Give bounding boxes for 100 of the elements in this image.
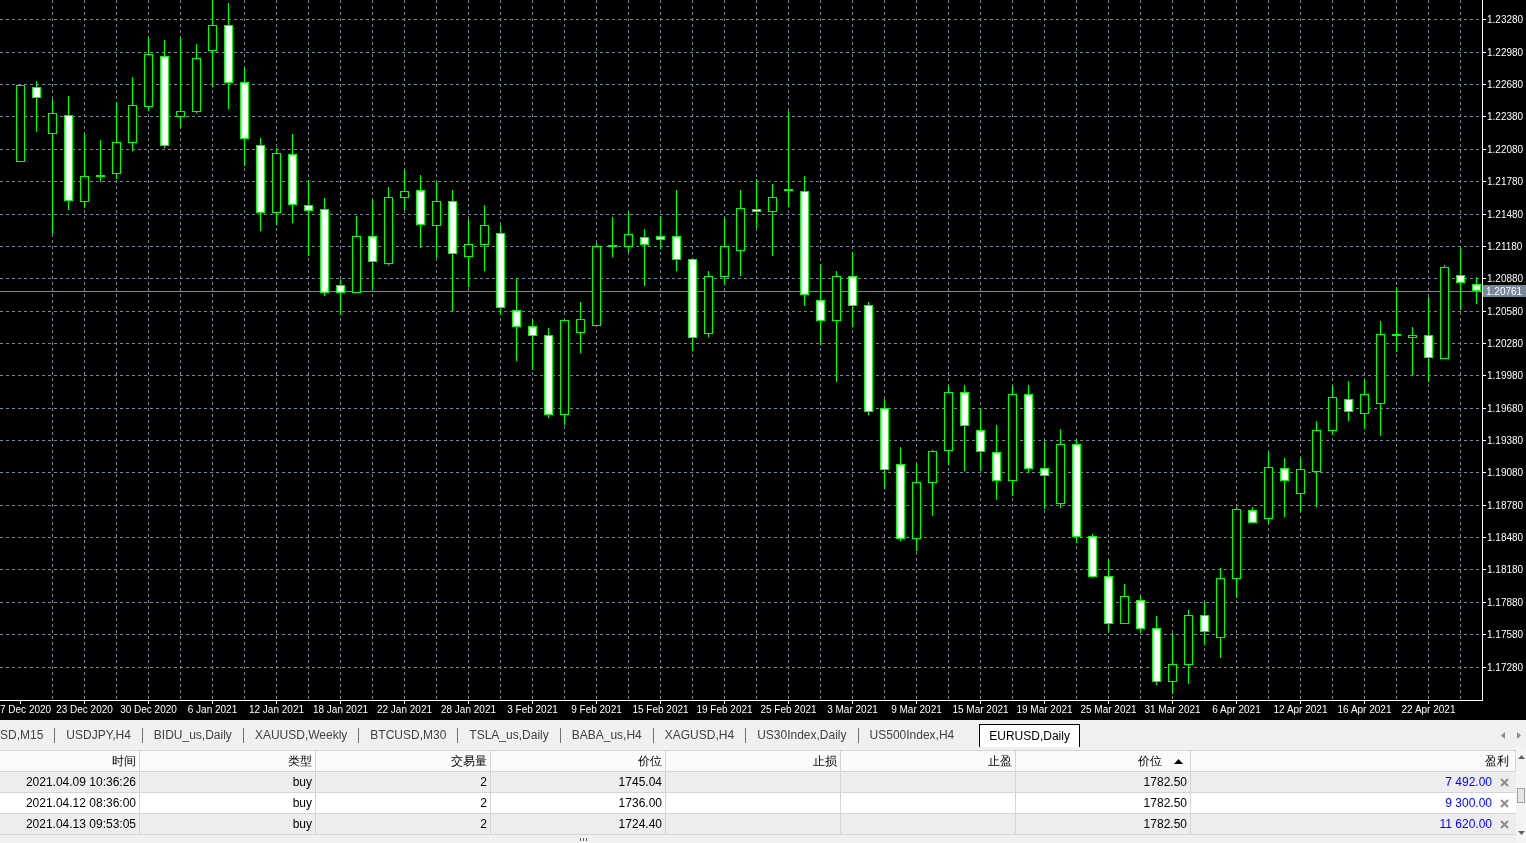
- date-axis-label: 25 Feb 2021: [760, 704, 817, 715]
- up-arrow-icon[interactable]: [1517, 755, 1525, 759]
- table-cell: 2: [316, 793, 491, 813]
- candle-body: [816, 300, 825, 321]
- right-arrow-icon[interactable]: [1517, 732, 1521, 739]
- candle-body: [768, 197, 777, 212]
- price-axis-label: 1.17580: [1487, 629, 1524, 640]
- chart-tab[interactable]: USDJPY,H4: [55, 724, 142, 747]
- candle-body: [1264, 467, 1273, 519]
- chart-tab[interactable]: BABA_us,H4: [560, 724, 653, 747]
- grip-icon[interactable]: [580, 837, 587, 841]
- candle-body: [32, 87, 41, 98]
- chart-tab[interactable]: XAGUSD,H4: [653, 724, 746, 747]
- down-arrow-icon[interactable]: [1517, 831, 1525, 835]
- candle-wick: [580, 301, 581, 354]
- date-axis-label: 12 Apr 2021: [1273, 704, 1328, 715]
- price-axis-label: 1.18180: [1487, 564, 1524, 575]
- candle-wick: [628, 211, 629, 253]
- candle-body: [1088, 536, 1097, 577]
- candle-body: [400, 191, 409, 198]
- candle-wick: [468, 218, 469, 288]
- candle-body: [944, 392, 953, 451]
- candle-body: [528, 326, 537, 336]
- profit-value: 11 620.00: [1439, 816, 1492, 833]
- candle-body: [832, 276, 841, 321]
- candle-body: [960, 392, 969, 426]
- candle-body: [288, 154, 297, 205]
- candle-body: [736, 208, 745, 251]
- candle-wick: [36, 80, 37, 133]
- price-axis-label: 1.22980: [1487, 47, 1524, 58]
- price-axis-label: 1.19080: [1487, 467, 1524, 478]
- date-axis-label: 28 Jan 2021: [440, 704, 497, 715]
- candle-body: [304, 205, 313, 211]
- price-axis-label: 1.17880: [1487, 597, 1524, 608]
- price-axis-label: 1.21180: [1487, 241, 1523, 252]
- candle-body: [1216, 578, 1225, 638]
- scrollbar-thumb[interactable]: [1517, 788, 1525, 803]
- column-header[interactable]: 价位: [1016, 751, 1191, 771]
- column-header[interactable]: 时间: [0, 751, 140, 771]
- close-icon[interactable]: [1500, 798, 1509, 808]
- table-cell: 2: [316, 814, 491, 834]
- vertical-scrollbar[interactable]: [1516, 747, 1526, 843]
- table-cell: buy: [140, 793, 316, 813]
- candle-body: [192, 58, 201, 112]
- candle-body: [256, 145, 265, 213]
- table-cell: 1782.50: [1016, 772, 1191, 792]
- close-icon[interactable]: [1500, 819, 1509, 829]
- price-axis-label: 1.20580: [1487, 306, 1524, 317]
- candle-body: [720, 246, 729, 277]
- chart-tab[interactable]: XAUUSD,Weekly: [243, 724, 359, 747]
- candle-body: [848, 276, 857, 306]
- column-header[interactable]: 价位: [491, 751, 666, 771]
- column-header[interactable]: 止损: [666, 751, 841, 771]
- candle-body: [1296, 469, 1305, 494]
- candle-body: [80, 176, 89, 202]
- left-arrow-icon[interactable]: [1501, 732, 1505, 739]
- price-axis-label: 1.18780: [1487, 500, 1524, 511]
- candle-body: [624, 234, 633, 247]
- column-header[interactable]: 止盈: [841, 751, 1016, 771]
- candle-body: [1184, 615, 1193, 665]
- table-cell: 1745.04: [491, 772, 666, 792]
- candle-body: [272, 153, 281, 213]
- candle-wick: [1300, 456, 1301, 513]
- candle-body: [1360, 394, 1369, 414]
- chart-tab[interactable]: SD,M15: [0, 724, 55, 747]
- candle-wick: [532, 318, 533, 371]
- candle-body: [176, 111, 185, 117]
- candle-body: [128, 105, 137, 143]
- chart-tab[interactable]: US30Index,Daily: [746, 724, 858, 747]
- candle-body: [1200, 615, 1209, 632]
- price-axis-label: 1.19980: [1487, 370, 1524, 381]
- candle-body: [880, 408, 889, 470]
- candle-wick: [1044, 440, 1045, 510]
- chart-tab[interactable]: EURUSD,Daily: [979, 724, 1080, 747]
- column-header[interactable]: 类型: [140, 751, 316, 771]
- profit-value: 9 300.00: [1445, 795, 1492, 812]
- candle-wick: [980, 407, 981, 472]
- price-axis-label: 1.17280: [1487, 662, 1524, 673]
- date-axis-label: 22 Apr 2021: [1401, 704, 1456, 715]
- chart-tab[interactable]: BTCUSD,M30: [359, 724, 458, 747]
- date-axis-label: 15 Mar 2021: [952, 704, 1009, 715]
- date-axis-label: 3 Feb 2021: [507, 704, 558, 715]
- chart-tab[interactable]: US500Index,H4: [858, 724, 966, 747]
- table-cell: 2: [316, 772, 491, 792]
- column-header[interactable]: 交易量: [316, 751, 491, 771]
- candle-body: [976, 430, 985, 452]
- close-icon[interactable]: [1500, 777, 1509, 787]
- candle-wick: [1364, 378, 1365, 430]
- date-axis-label: 9 Feb 2021: [571, 704, 622, 715]
- candle-wick: [340, 278, 341, 316]
- price-axis-label: 1.21480: [1487, 209, 1524, 220]
- candle-body: [432, 201, 441, 226]
- chart-tab[interactable]: BIDU_us,Daily: [142, 724, 243, 747]
- candle-body: [336, 285, 345, 293]
- date-axis-label: 19 Mar 2021: [1016, 704, 1073, 715]
- chart-tab[interactable]: TSLA_us,Daily: [458, 724, 560, 747]
- candle-wick: [1204, 601, 1205, 646]
- date-axis-label: 18 Jan 2021: [312, 704, 369, 715]
- candle-wick: [484, 204, 485, 272]
- candle-body: [928, 451, 937, 483]
